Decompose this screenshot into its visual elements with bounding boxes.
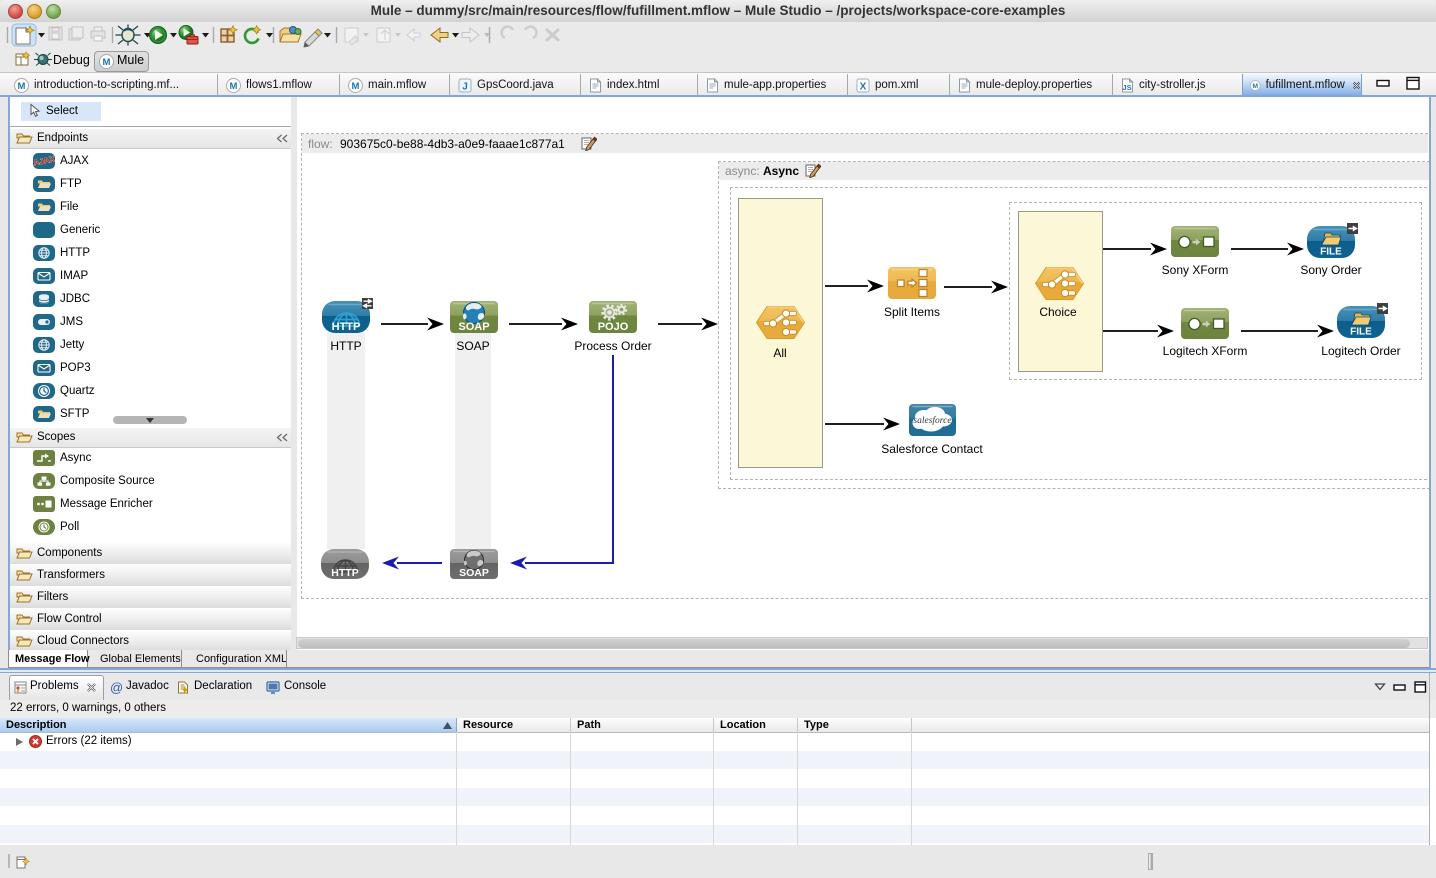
svg-text:SOAP: SOAP bbox=[458, 321, 489, 333]
svg-text:M: M bbox=[352, 81, 360, 92]
svg-text:HTTP: HTTP bbox=[332, 321, 361, 333]
svg-text:M: M bbox=[230, 81, 238, 92]
svg-text:M: M bbox=[103, 57, 111, 68]
svg-text:J: J bbox=[462, 81, 468, 92]
svg-text:JS: JS bbox=[1122, 83, 1131, 92]
svg-text:M: M bbox=[18, 81, 26, 92]
svg-text:HTTP: HTTP bbox=[331, 567, 358, 579]
svg-text:M: M bbox=[1253, 82, 1259, 89]
svg-text:X: X bbox=[860, 81, 867, 92]
svg-text:SOAP: SOAP bbox=[459, 567, 489, 579]
svg-text:POJO: POJO bbox=[598, 321, 629, 333]
svg-text:salesforce: salesforce bbox=[913, 415, 951, 426]
svg-text:FILE: FILE bbox=[1320, 247, 1342, 258]
svg-text:FILE: FILE bbox=[1350, 327, 1372, 338]
